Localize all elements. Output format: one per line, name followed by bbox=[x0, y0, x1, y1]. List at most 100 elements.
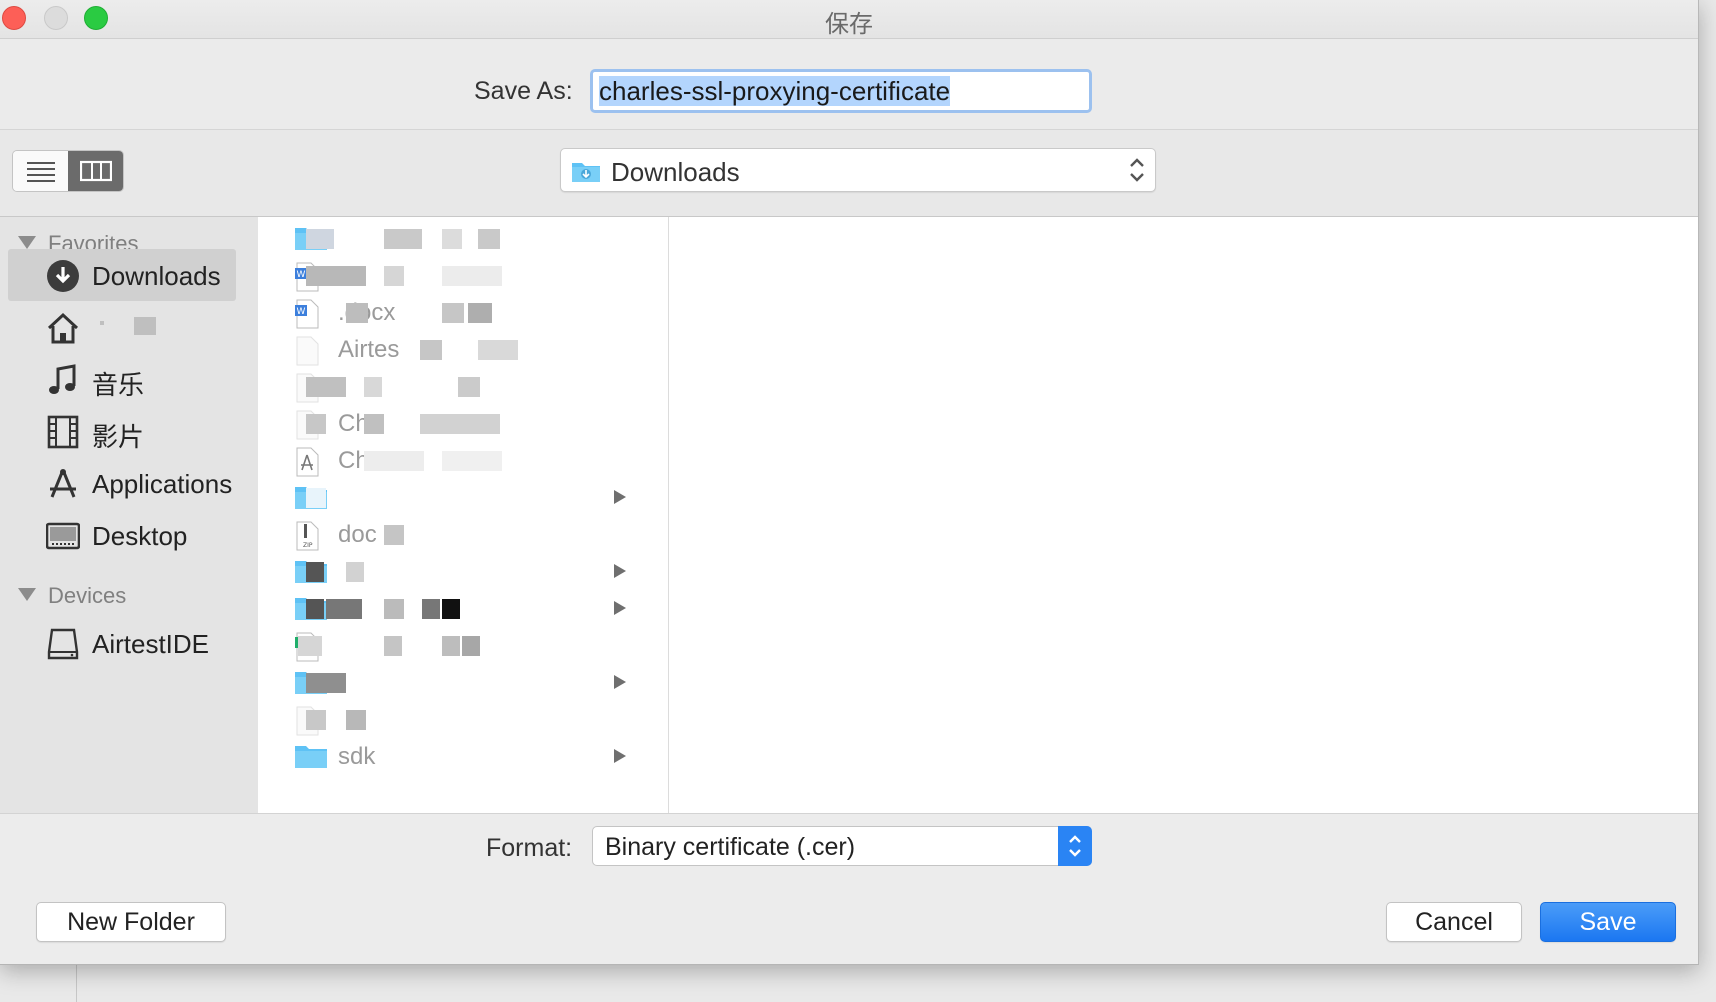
disclosure-triangle-icon bbox=[18, 236, 36, 249]
file-row[interactable]: W.docx bbox=[258, 293, 668, 333]
redacted-block bbox=[420, 340, 442, 360]
downloads-icon bbox=[47, 260, 79, 292]
redacted-block bbox=[442, 229, 462, 249]
window-title: 保存 bbox=[825, 11, 873, 38]
sidebar-item-label: AirtestIDE bbox=[92, 629, 210, 659]
toolbar: Downloads bbox=[0, 130, 1698, 217]
file-row[interactable]: W2 bbox=[258, 256, 668, 296]
file-row[interactable] bbox=[258, 663, 668, 703]
cancel-button[interactable]: Cancel bbox=[1386, 902, 1522, 942]
redacted-block bbox=[306, 562, 324, 582]
file-row[interactable]: Airtes bbox=[258, 330, 668, 370]
chevron-right-icon bbox=[614, 749, 626, 763]
chevron-updown-icon bbox=[1069, 835, 1081, 857]
format-stepper[interactable] bbox=[1058, 826, 1092, 866]
redacted-block bbox=[364, 451, 424, 471]
redacted-label-block bbox=[100, 321, 104, 325]
sidebar-item-label: 影片 bbox=[92, 422, 145, 452]
redacted-block bbox=[298, 636, 322, 656]
file-row[interactable] bbox=[258, 219, 668, 259]
zip-icon: ZIP bbox=[294, 521, 320, 556]
svg-text:W: W bbox=[297, 307, 306, 317]
sidebar-item-desktop[interactable]: Desktop bbox=[8, 509, 236, 561]
save-button[interactable]: Save bbox=[1540, 902, 1676, 942]
redacted-block bbox=[384, 599, 404, 619]
redacted-block bbox=[306, 488, 326, 508]
location-popup[interactable]: Downloads bbox=[560, 148, 1156, 192]
save-as-label: Save As: bbox=[474, 77, 573, 105]
sidebar-item-label: Applications bbox=[92, 469, 233, 499]
new-folder-button[interactable]: New Folder bbox=[36, 902, 226, 942]
svg-text:W: W bbox=[297, 270, 306, 280]
sidebar-item-music[interactable]: 音乐 bbox=[8, 353, 236, 405]
sidebar: Favorites Downloads 音乐 影片 Applications D… bbox=[0, 217, 258, 813]
column-view-button[interactable] bbox=[68, 151, 123, 191]
background-window-edge bbox=[76, 962, 77, 1002]
redacted-block bbox=[306, 599, 324, 619]
chevron-updown-icon bbox=[1130, 158, 1144, 182]
redacted-block bbox=[364, 414, 384, 434]
sidebar-item-label: 音乐 bbox=[92, 370, 145, 400]
music-icon bbox=[49, 364, 76, 394]
sidebar-item-downloads[interactable]: Downloads bbox=[8, 249, 236, 301]
chevron-right-icon bbox=[614, 564, 626, 578]
redacted-block bbox=[384, 229, 422, 249]
format-label: Format: bbox=[486, 834, 573, 862]
redacted-block bbox=[384, 525, 404, 545]
redacted-block bbox=[306, 229, 334, 249]
file-row[interactable] bbox=[258, 589, 668, 629]
redacted-block bbox=[420, 414, 500, 434]
redacted-block bbox=[384, 266, 404, 286]
redacted-block bbox=[306, 266, 366, 286]
file-row[interactable] bbox=[258, 478, 668, 518]
file-name: doc bbox=[338, 521, 377, 548]
sidebar-item-applications[interactable]: Applications bbox=[8, 457, 236, 509]
chevron-right-icon bbox=[614, 675, 626, 689]
sidebar-item-home[interactable] bbox=[8, 301, 236, 353]
save-as-area: Save As: charles-ssl-proxying-certificat… bbox=[0, 39, 1698, 130]
file-name: sdk bbox=[338, 743, 376, 770]
file-row[interactable]: Ch bbox=[258, 404, 668, 444]
file-row[interactable]: ZIP doc bbox=[258, 515, 668, 555]
sidebar-item-label: Downloads bbox=[92, 261, 221, 291]
button-bar: New Folder Cancel Save bbox=[0, 882, 1698, 964]
home-icon bbox=[47, 312, 79, 344]
redacted-block bbox=[442, 266, 502, 286]
svg-text:ZIP: ZIP bbox=[303, 542, 313, 549]
downloads-folder-icon bbox=[572, 163, 600, 182]
redacted-block bbox=[468, 303, 492, 323]
preview-column bbox=[669, 217, 1698, 813]
app-icon bbox=[294, 447, 320, 482]
redacted-block bbox=[478, 340, 518, 360]
file-row[interactable]: S bbox=[258, 626, 668, 666]
location-label: Downloads bbox=[611, 157, 740, 187]
redacted-block bbox=[346, 303, 368, 323]
redacted-block bbox=[346, 710, 366, 730]
sidebar-item-movies[interactable]: 影片 bbox=[8, 405, 236, 457]
list-view-button[interactable] bbox=[13, 151, 68, 191]
format-select[interactable]: Binary certificate (.cer) bbox=[592, 826, 1092, 866]
list-view-icon bbox=[26, 162, 55, 182]
file-row[interactable] bbox=[258, 367, 668, 407]
redacted-block bbox=[422, 599, 440, 619]
file-row[interactable]: Ch... bbox=[258, 441, 668, 481]
save-dialog: 保存 Save As: charles-ssl-proxying-certifi… bbox=[0, 0, 1699, 965]
save-as-input[interactable]: charles-ssl-proxying-certificate bbox=[590, 69, 1092, 113]
word-icon: W bbox=[294, 299, 320, 334]
chevron-right-icon bbox=[614, 490, 626, 504]
redacted-block bbox=[458, 377, 480, 397]
chevron-right-icon bbox=[614, 601, 626, 615]
devices-header[interactable]: Devices bbox=[18, 583, 126, 609]
column-view-icon bbox=[79, 160, 112, 182]
disk-icon bbox=[47, 628, 79, 660]
redacted-block bbox=[442, 599, 460, 619]
file-row[interactable] bbox=[258, 700, 668, 740]
file-name: Airtes bbox=[338, 336, 400, 363]
sidebar-item-label: Desktop bbox=[92, 521, 188, 551]
sidebar-item-airtestide[interactable]: AirtestIDE bbox=[8, 617, 236, 669]
file-row[interactable] bbox=[258, 552, 668, 592]
file-row[interactable]: sdk bbox=[258, 737, 668, 777]
redacted-block bbox=[326, 599, 362, 619]
redacted-block bbox=[478, 229, 500, 249]
redacted-block bbox=[346, 562, 364, 582]
